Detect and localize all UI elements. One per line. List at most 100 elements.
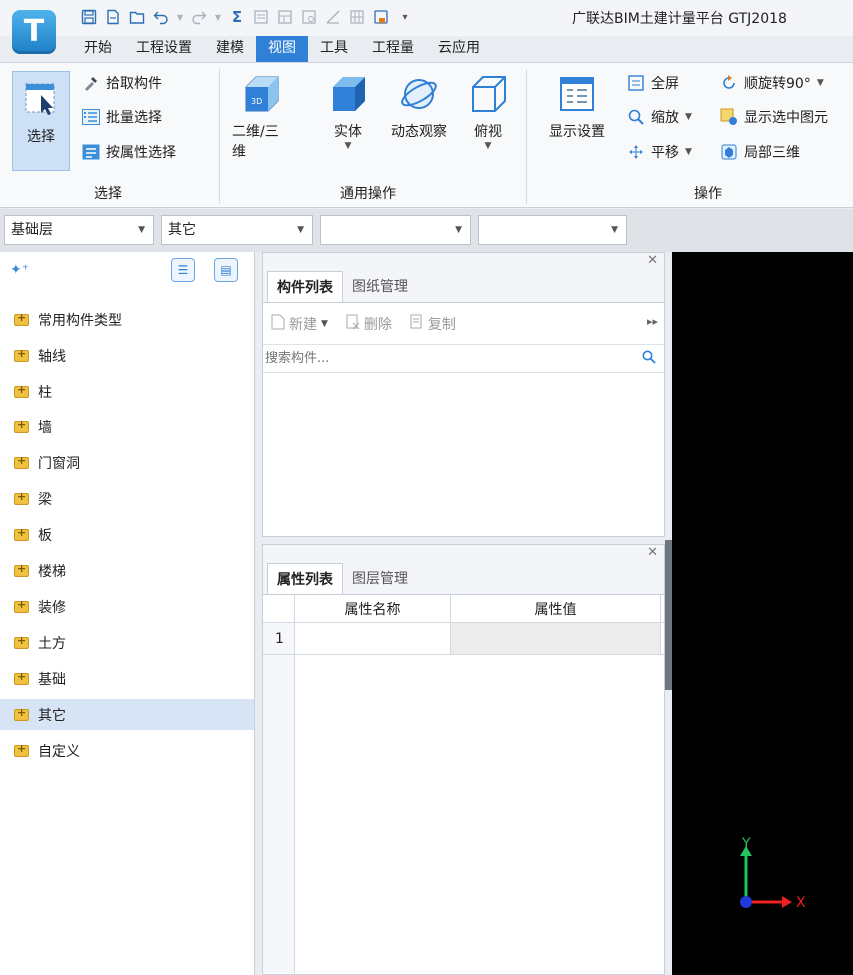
tab-view[interactable]: 视图: [256, 36, 308, 62]
tree-item-label: 其它: [38, 707, 66, 724]
tree-item-axis[interactable]: 轴线: [0, 340, 254, 371]
close-icon[interactable]: ✕: [647, 253, 658, 268]
tree-item-wall[interactable]: 墙: [0, 411, 254, 442]
tree-item-label: 墙: [38, 419, 52, 436]
top-view-dropdown-icon[interactable]: ▼: [485, 141, 492, 151]
folder-icon: [14, 634, 29, 649]
zoom-button[interactable]: 缩放 ▼: [627, 107, 692, 127]
sum-icon[interactable]: Σ: [228, 8, 246, 26]
local-3d-button[interactable]: 局部三维: [720, 142, 800, 162]
column-header-property-value[interactable]: 属性值: [451, 595, 661, 622]
tree-item-door-window[interactable]: 门窗洞: [0, 447, 254, 478]
tab-property-list[interactable]: 属性列表: [267, 563, 343, 594]
tree-item-column[interactable]: 柱: [0, 376, 254, 407]
rotate-dropdown-icon[interactable]: ▼: [817, 78, 824, 88]
view-2d-3d-button[interactable]: 3D 二维/三维: [232, 73, 290, 161]
tab-quantities[interactable]: 工程量: [360, 36, 426, 62]
tree-item-finishing[interactable]: 装修: [0, 591, 254, 622]
folder-icon: [14, 418, 29, 433]
tree-item-other[interactable]: 其它: [0, 699, 254, 730]
zoom-dropdown-icon[interactable]: ▼: [685, 112, 692, 122]
tree-item-common-types[interactable]: 常用构件类型: [0, 304, 254, 335]
export-icon[interactable]: [372, 8, 390, 26]
save-icon[interactable]: [80, 8, 98, 26]
list-view-icon[interactable]: ☰: [171, 258, 195, 282]
table-icon[interactable]: [276, 8, 294, 26]
pan-dropdown-icon[interactable]: ▼: [685, 147, 692, 157]
folder-icon: [14, 490, 29, 505]
show-selected-button[interactable]: 显示选中图元: [720, 107, 828, 127]
batch-select-button[interactable]: 批量选择: [82, 107, 162, 127]
tree-item-label: 常用构件类型: [38, 312, 122, 329]
dynamic-view-button[interactable]: 动态观察: [382, 73, 456, 141]
redo-dropdown-icon[interactable]: ▼: [214, 8, 222, 26]
column-header-property-name[interactable]: 属性名称: [295, 595, 451, 622]
select-by-attribute-button[interactable]: 按属性选择: [82, 142, 176, 162]
redo-icon[interactable]: [190, 8, 208, 26]
detail-view-icon[interactable]: ▤: [214, 258, 238, 282]
table-row[interactable]: 1: [263, 623, 664, 655]
title-bar: T ▼ ▼ Σ ▾ 广联达BIM土建计量平台 GTJ2018: [0, 0, 853, 54]
tree-item-beam[interactable]: 梁: [0, 483, 254, 514]
tree-item-foundation[interactable]: 基础: [0, 663, 254, 694]
zoom-icon: [627, 108, 645, 126]
new-icon[interactable]: [104, 8, 122, 26]
open-icon[interactable]: [128, 8, 146, 26]
fullscreen-button[interactable]: 全屏: [627, 73, 679, 93]
tab-drawing-management[interactable]: 图纸管理: [343, 271, 417, 302]
tree-item-slab[interactable]: 板: [0, 519, 254, 550]
folder-icon: [14, 742, 29, 757]
tab-start[interactable]: 开始: [72, 36, 124, 62]
tab-modeling[interactable]: 建模: [204, 36, 256, 62]
row-index: 1: [263, 623, 295, 654]
drawing-viewport[interactable]: Y X: [672, 252, 853, 975]
search-icon[interactable]: [642, 350, 656, 368]
rotate-button[interactable]: 顺旋转90° ▼: [720, 73, 824, 93]
tab-layer-management[interactable]: 图层管理: [343, 563, 417, 594]
search-input[interactable]: [263, 345, 623, 371]
tree-item-earthwork[interactable]: 土方: [0, 627, 254, 658]
select-button[interactable]: 选择: [12, 71, 70, 171]
tab-tools[interactable]: 工具: [308, 36, 360, 62]
grid-icon[interactable]: [348, 8, 366, 26]
chevron-down-icon: ▼: [321, 318, 328, 329]
property-name-cell[interactable]: [295, 623, 451, 654]
solid-dropdown-icon[interactable]: ▼: [345, 141, 352, 151]
pick-component-button[interactable]: 拾取构件: [82, 73, 162, 93]
close-icon[interactable]: ✕: [647, 545, 658, 560]
attribute-select-icon: [82, 143, 100, 161]
customize-icon[interactable]: ▾: [396, 8, 414, 26]
tab-project-settings[interactable]: 工程设置: [124, 36, 204, 62]
tree-item-label: 板: [38, 527, 52, 544]
component-dropdown[interactable]: ▼: [478, 215, 627, 245]
new-component-button[interactable]: 新建 ▼: [271, 314, 328, 334]
pan-button[interactable]: 平移 ▼: [627, 142, 692, 162]
undo-icon[interactable]: [152, 8, 170, 26]
solid-button[interactable]: 实体 ▼: [326, 73, 370, 151]
tab-component-list[interactable]: 构件列表: [267, 271, 343, 302]
sparkle-add-icon[interactable]: ✦⁺: [10, 262, 29, 278]
type-dropdown[interactable]: ▼: [320, 215, 471, 245]
app-title: 广联达BIM土建计量平台 GTJ2018: [572, 11, 787, 27]
table2-icon[interactable]: [300, 8, 318, 26]
panel-splitter-handle[interactable]: [665, 540, 672, 690]
chevron-down-icon: ▼: [297, 225, 304, 235]
line-icon[interactable]: [324, 8, 342, 26]
undo-dropdown-icon[interactable]: ▼: [176, 8, 184, 26]
tree-item-stairs[interactable]: 楼梯: [0, 555, 254, 586]
app-logo[interactable]: T: [12, 10, 56, 54]
tab-cloud[interactable]: 云应用: [426, 36, 492, 62]
property-value-cell[interactable]: [451, 623, 661, 654]
delete-component-button[interactable]: 删除: [346, 314, 392, 334]
category-dropdown[interactable]: 其它 ▼: [161, 215, 313, 245]
category-dropdown-value: 其它: [168, 222, 196, 238]
report-icon[interactable]: [252, 8, 270, 26]
more-options-icon[interactable]: ▸▸: [647, 315, 658, 328]
floor-dropdown[interactable]: 基础层 ▼: [4, 215, 154, 245]
tree-item-custom[interactable]: 自定义: [0, 735, 254, 766]
property-list-panel: ✕ 属性列表 图层管理 属性名称 属性值 1: [262, 544, 665, 975]
batch-select-label: 批量选择: [106, 110, 162, 126]
display-settings-button[interactable]: 显示设置: [538, 73, 616, 141]
copy-component-button[interactable]: 复制: [410, 314, 456, 334]
top-view-button[interactable]: 俯视 ▼: [466, 73, 510, 151]
